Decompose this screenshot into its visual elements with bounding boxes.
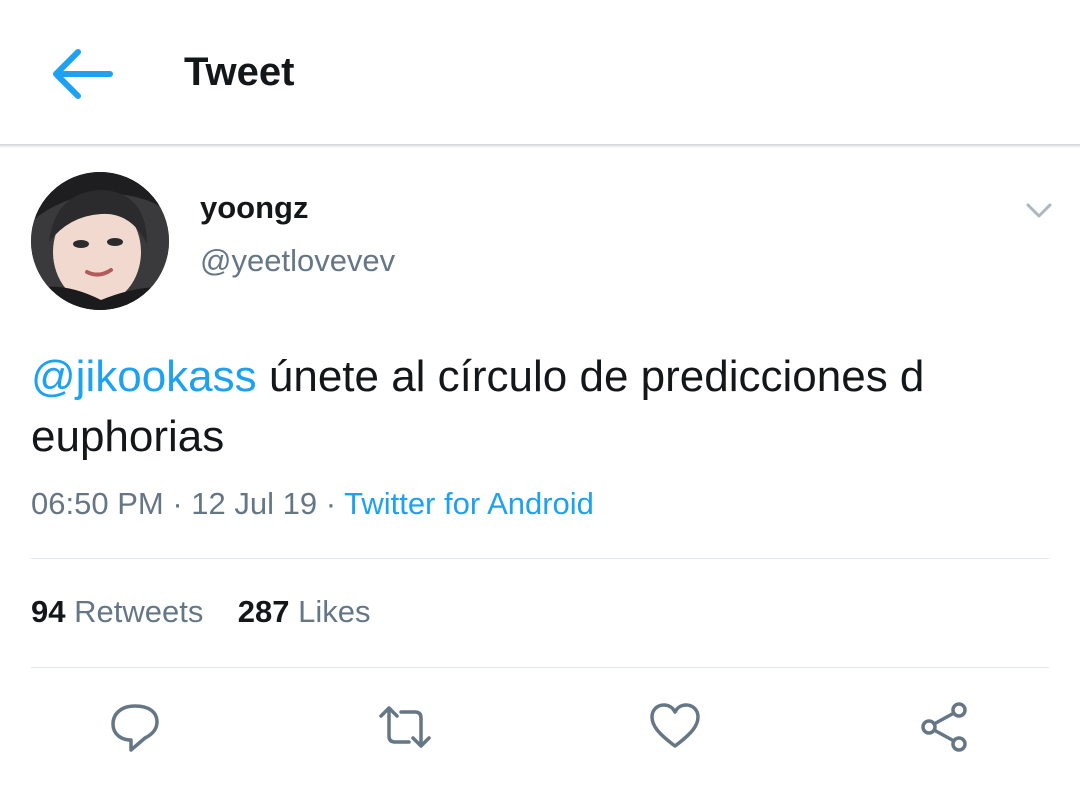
back-button[interactable] [48, 44, 114, 104]
share-button[interactable] [917, 700, 973, 754]
retweet-icon [379, 706, 431, 748]
divider [31, 558, 1049, 559]
author-display-name[interactable]: yoongz [200, 190, 309, 226]
tweet-meta: 06:50 PM · 12 Jul 19 · Twitter for Andro… [31, 486, 594, 521]
retweets-stat[interactable]: 94 Retweets [31, 594, 203, 629]
chevron-down-icon [1026, 203, 1052, 218]
likes-count: 287 [237, 594, 290, 629]
tweet-stats: 94 Retweets 287 Likes [31, 594, 371, 630]
avatar-image [31, 172, 169, 310]
divider [31, 667, 1049, 668]
likes-stat[interactable]: 287 Likes [238, 594, 371, 629]
tweet-text: @jikookass únete al círculo de prediccio… [31, 347, 1041, 467]
tweet-date: 12 Jul 19 [191, 486, 318, 521]
page-title: Tweet [184, 50, 295, 94]
header-shadow [0, 144, 1080, 148]
retweet-button[interactable] [377, 700, 433, 754]
retweets-count: 94 [31, 594, 66, 629]
share-icon [921, 702, 967, 752]
app-header: Tweet [0, 0, 1080, 144]
avatar[interactable] [31, 172, 169, 310]
like-button[interactable] [647, 700, 703, 754]
tweet-source-link[interactable]: Twitter for Android [344, 486, 594, 521]
author-handle[interactable]: @yeetlovevev [200, 243, 395, 279]
mention-link[interactable]: @jikookass [31, 352, 257, 401]
reply-button[interactable] [107, 700, 163, 754]
arrow-left-icon [53, 49, 113, 99]
like-icon [650, 703, 700, 748]
likes-label: Likes [298, 594, 371, 629]
retweets-label: Retweets [74, 594, 204, 629]
tweet-time: 06:50 PM [31, 486, 164, 521]
tweet-options-button[interactable] [1020, 195, 1058, 225]
reply-icon [111, 704, 159, 752]
